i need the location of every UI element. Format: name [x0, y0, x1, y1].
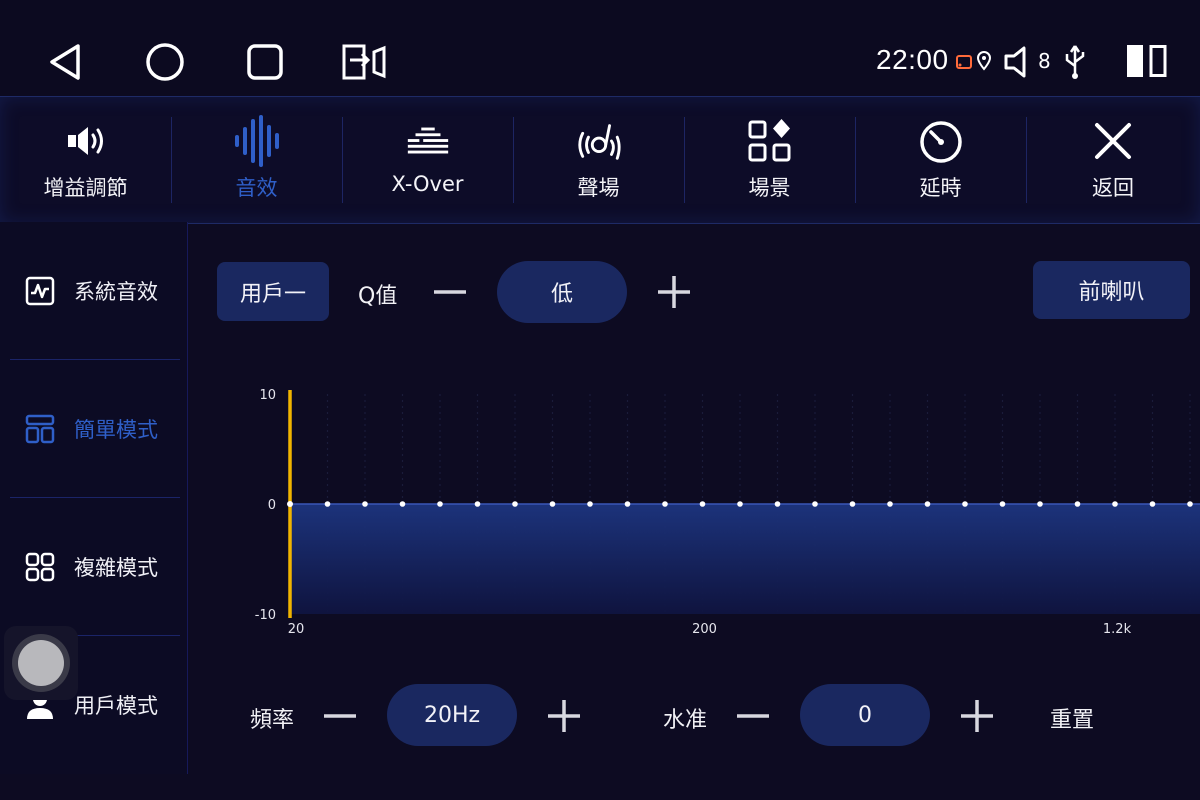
eq-point: [1037, 501, 1043, 507]
tab-delay[interactable]: 延時: [855, 97, 1026, 223]
eq-point: [624, 501, 631, 507]
sidebar-item-label: 用戶模式: [74, 694, 158, 718]
assistive-touch-button[interactable]: [4, 626, 78, 700]
frequency-value-display: 20Hz: [387, 684, 517, 746]
sidebar-item-label: 簡單模式: [74, 418, 158, 442]
speaker-icon: [67, 127, 103, 155]
eq-point: [324, 501, 331, 507]
function-tab-bar: 增益調節 音效 X-Over 聲場 場景 延時 返回: [0, 96, 1200, 224]
eq-point: [1149, 501, 1156, 507]
soundwave-icon: [234, 115, 279, 167]
tab-sound-effect[interactable]: 音效: [171, 97, 342, 223]
eq-point: [587, 501, 593, 507]
level-value-display: 0: [800, 684, 930, 746]
eq-fill-area: [290, 503, 1200, 614]
y-tick-label: -10: [255, 608, 276, 623]
q-value-display: 低: [497, 261, 627, 323]
back-icon[interactable]: [42, 38, 90, 86]
sidebar-item-simple-mode[interactable]: 簡單模式: [0, 360, 187, 498]
eq-curve-chart[interactable]: 10 0 -10 20 200 1.2k: [230, 370, 1200, 640]
frequency-label: 頻率: [250, 708, 295, 733]
eq-point: [1187, 501, 1193, 507]
sidebar-item-label: 系統音效: [74, 280, 158, 304]
tab-scenes[interactable]: 場景: [684, 97, 855, 223]
q-decrease-button[interactable]: [430, 272, 470, 312]
eq-point: [699, 501, 706, 507]
status-bar: 22:00 8: [0, 0, 1200, 96]
level-increase-button[interactable]: [957, 696, 997, 736]
preset-button[interactable]: 用戶一: [217, 262, 329, 321]
x-tick-label: 20: [288, 622, 305, 637]
eq-point: [924, 501, 931, 507]
location-icon: [976, 51, 992, 71]
sound-field-icon: [577, 124, 621, 160]
tab-label: 音效: [235, 176, 278, 200]
eq-point: [774, 501, 781, 507]
tab-label: X-Over: [391, 172, 464, 196]
eq-point: [962, 501, 968, 507]
eq-point: [362, 501, 368, 507]
tab-label: 返回: [1092, 176, 1134, 200]
eq-point: [1112, 501, 1118, 507]
frequency-decrease-button[interactable]: [320, 696, 360, 736]
scenes-grid-icon: [748, 119, 790, 162]
eq-point: [549, 501, 556, 507]
eq-point: [849, 501, 856, 507]
frequency-increase-button[interactable]: [544, 696, 584, 736]
cast-icon: [956, 55, 972, 69]
tab-label: 增益調節: [43, 176, 128, 200]
tab-sound-field[interactable]: 聲場: [513, 97, 684, 223]
eq-point: [737, 501, 743, 507]
x-axis-labels: 20 200 1.2k: [288, 622, 1132, 637]
y-tick-label: 0: [268, 498, 276, 513]
eq-point: [474, 501, 481, 507]
grid-icon: [25, 552, 55, 582]
tab-x-over[interactable]: X-Over: [342, 97, 513, 223]
tab-gain[interactable]: 增益調節: [0, 97, 171, 223]
sidebar-item-system-effects[interactable]: 系統音效: [0, 222, 187, 360]
y-tick-label: 10: [259, 388, 276, 403]
tab-label: 場景: [748, 176, 791, 200]
eq-point: [437, 501, 443, 507]
eq-fill: [290, 504, 1200, 614]
tab-label: 延時: [919, 176, 962, 200]
sidebar-item-complex-mode[interactable]: 複雜模式: [0, 498, 187, 636]
clock: 22:00: [876, 44, 949, 75]
y-axis-labels: 10 0 -10: [255, 388, 276, 623]
tab-label: 聲場: [577, 176, 620, 200]
home-icon[interactable]: [141, 38, 189, 86]
speaker-select-button[interactable]: 前喇叭: [1033, 261, 1190, 319]
layout-icon: [25, 414, 55, 444]
q-increase-button[interactable]: [654, 272, 694, 312]
equalizer-bars-icon: [407, 127, 448, 154]
q-value-label: Q值: [358, 284, 398, 309]
x-tick-label: 1.2k: [1103, 622, 1132, 637]
reset-button[interactable]: 重置: [1050, 702, 1094, 734]
eq-point: [1074, 501, 1081, 507]
assistive-touch-knob: [18, 640, 64, 686]
level-decrease-button[interactable]: [733, 696, 773, 736]
recent-apps-icon[interactable]: [241, 38, 289, 86]
close-icon: [1095, 123, 1131, 159]
eq-point: [662, 501, 668, 507]
sidebar-item-label: 複雜模式: [74, 556, 158, 580]
timer-icon: [919, 121, 962, 163]
volume-level: 8: [1038, 49, 1051, 73]
eq-point: [887, 501, 893, 507]
usb-icon: [1065, 45, 1085, 79]
eq-point: [399, 501, 406, 507]
screen-exit-icon[interactable]: [340, 38, 388, 86]
eq-point: [812, 501, 818, 507]
split-screen-icon[interactable]: [1124, 42, 1168, 80]
volume-icon: [1004, 46, 1026, 78]
tab-back[interactable]: 返回: [1026, 97, 1200, 223]
eq-point: [512, 501, 518, 507]
eq-point: [999, 501, 1006, 507]
x-tick-label: 200: [692, 622, 717, 637]
selected-band-point: [287, 501, 293, 507]
level-label: 水准: [663, 708, 708, 733]
wave-chart-icon: [25, 276, 55, 306]
